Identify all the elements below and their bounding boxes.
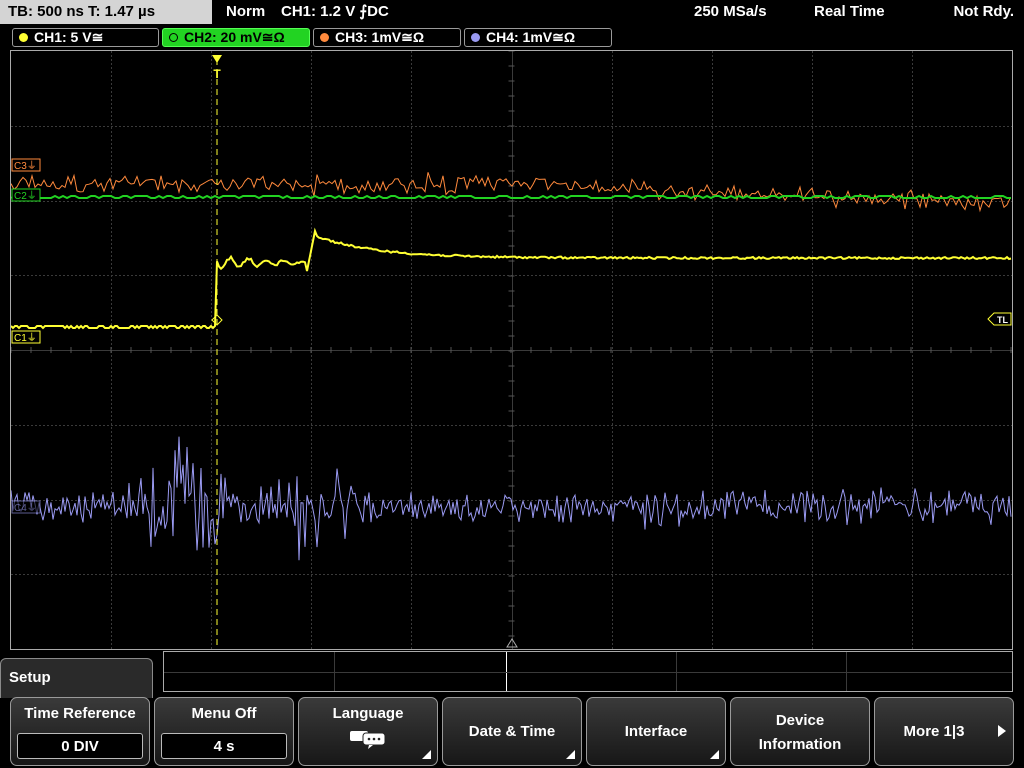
ch4-trace [11,436,1012,561]
submenu-corner-icon [422,750,431,759]
play-arrow-icon [998,725,1006,737]
c2-marker-label: C2⏚ [14,190,37,202]
channel-tab-ch3[interactable]: CH3: 1mV≅Ω [313,28,461,47]
sample-rate: 250 MSa/s [694,3,767,20]
acquisition-status: Not Rdy. [953,3,1014,20]
overview-gridline [164,672,1012,673]
ch1-label: CH1: 5 V≅ [34,29,104,45]
date-time-label: Date & Time [468,723,556,740]
time-reference-label: Time Reference [24,705,136,722]
time-reference-value: 0 DIV [17,733,143,759]
trigger-mode[interactable]: Norm [226,0,265,24]
device-information-label-line1: Device [775,712,825,729]
more-label: More 1|3 [903,723,965,740]
device-information-label-line2: Information [758,736,842,753]
ch3-color-dot [320,33,329,42]
interface-label: Interface [624,723,688,740]
waveform-display[interactable]: T C3⏚ C2⏚ C1⏚ C4⏚ TL [10,50,1013,650]
channel-tab-ch4[interactable]: CH4: 1mV≅Ω [464,28,612,47]
waveform-canvas[interactable]: T C3⏚ C2⏚ C1⏚ C4⏚ TL [11,51,1012,649]
trigger-position-marker[interactable] [212,55,222,63]
graticule [11,51,1012,649]
channel-tab-ch1[interactable]: CH1: 5 V≅ [12,28,159,47]
language-softkey[interactable]: Language [298,697,438,766]
overview-gridline [846,652,847,691]
menu-title-tab: Setup [0,658,153,698]
acquisition-mode: Real Time [814,3,885,20]
overview-strip [163,651,1013,692]
ch4-label: CH4: 1mV≅Ω [486,29,576,45]
trigger-readout[interactable]: CH1: 1.2 V ⨍DC [281,0,389,24]
more-softkey[interactable]: More 1|3 [874,697,1014,766]
c2-ground-marker[interactable]: C2⏚ [11,188,41,202]
menu-off-softkey[interactable]: Menu Off 4 s [154,697,294,766]
c1-marker-label: C1⏚ [14,332,37,344]
ch2-trace [11,194,1011,200]
date-time-softkey[interactable]: Date & Time [442,697,582,766]
timebase-readout[interactable]: TB: 500 ns T: 1.47 µs [0,0,212,24]
ch2-label: CH2: 20 mV≅Ω [184,29,285,45]
c3-ground-marker[interactable]: C3⏚ [11,158,41,172]
overview-gridline [676,652,677,691]
channel-tab-ch2[interactable]: CH2: 20 mV≅Ω [162,28,310,47]
menu-off-value: 4 s [161,733,287,759]
interface-softkey[interactable]: Interface [586,697,726,766]
c1-ground-marker[interactable]: C1⏚ [11,330,41,344]
ch4-color-dot [471,33,480,42]
ch2-color-dot [169,33,178,42]
menu-off-label: Menu Off [191,705,257,722]
ch3-label: CH3: 1mV≅Ω [335,29,425,45]
c4-ground-marker[interactable]: C4⏚ [11,500,41,514]
time-reference-softkey[interactable]: Time Reference 0 DIV [10,697,150,766]
overview-gridline [334,652,335,691]
language-label: Language [332,705,404,722]
trigger-level-label: TL [997,315,1008,325]
ch3-trace [11,172,1011,213]
ch1-color-dot [19,33,28,42]
c3-marker-label: C3⏚ [14,160,37,172]
trigger-position-label: T [213,67,221,81]
trigger-level-marker[interactable]: TL [987,312,1012,326]
submenu-corner-icon [710,750,719,759]
status-bar: TB: 500 ns T: 1.47 µs Norm CH1: 1.2 V ⨍D… [0,0,1024,24]
device-information-softkey[interactable]: Device Information [730,697,870,766]
c4-marker-label: C4⏚ [14,502,37,514]
submenu-corner-icon [566,750,575,759]
speech-bubbles-icon [350,731,386,749]
